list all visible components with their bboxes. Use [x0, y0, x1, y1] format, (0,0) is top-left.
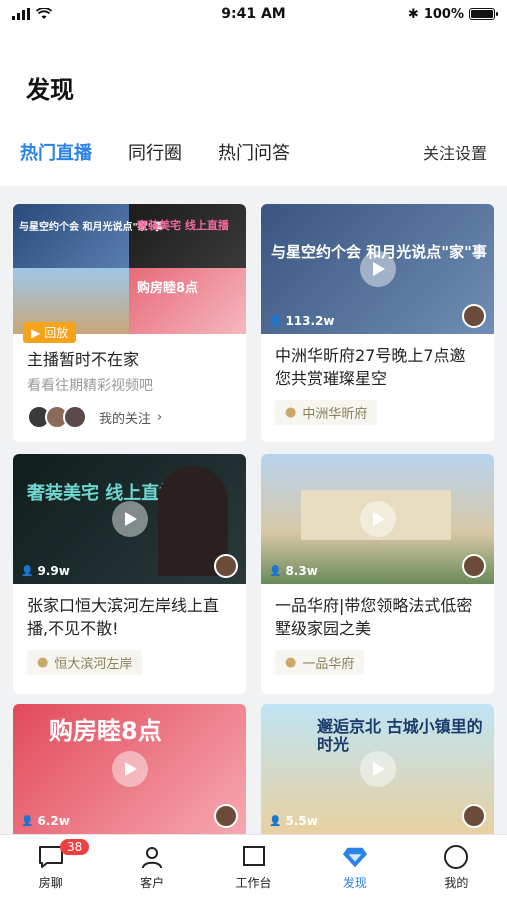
status-bar: 9:41 AM ✱ 100% — [0, 0, 507, 28]
live-card[interactable]: 与星空约个会 和月光说点"家"事 奢装美宅 线上直播 购房睦8点 ▶ 回放 主播暂… — [13, 204, 246, 442]
play-icon — [359, 501, 396, 537]
tab-hot-qa[interactable]: 热门问答 — [218, 139, 290, 165]
thumb-caption: 奢装美宅 线上直播 — [27, 483, 178, 504]
live-card[interactable]: 👤 8.3w 一品华府|带您领略法式低密墅级家园之美 ● 一品华府 — [261, 454, 494, 694]
tab-bar-top: 热门直播 同行圈 热门问答 关注设置 — [0, 132, 507, 172]
tabbar-label: 发现 — [342, 876, 367, 890]
tabbar-label: 工作台 — [235, 876, 272, 890]
avatar — [63, 405, 87, 430]
page-title: 发现 — [26, 76, 74, 104]
live-card[interactable]: 邂逅京北 古城小镇里的时光 👤 5.5w — [261, 704, 494, 834]
tabbar-label: 客户 — [140, 876, 165, 890]
play-icon — [359, 751, 396, 787]
host-avatar — [214, 554, 238, 578]
signal-icon — [12, 8, 30, 20]
bluetooth-icon: ✱ — [407, 6, 419, 22]
signal-indicators — [12, 8, 112, 20]
my-follow-link[interactable]: 我的关注 › — [13, 395, 246, 430]
view-count: 👤 8.3w — [269, 564, 318, 578]
host-avatar — [214, 804, 238, 828]
location-pin-icon: ● — [37, 655, 49, 671]
host-avatar — [462, 304, 486, 328]
card-subtitle: 看看往期精彩视频吧 — [27, 378, 153, 395]
card-title: 张家口恒大滨河左岸线上直播,不见不散! — [27, 596, 220, 639]
view-count: 👤 113.2w — [269, 314, 335, 328]
battery-percent: 100% — [423, 6, 464, 22]
person-icon: 👤 — [21, 815, 34, 827]
thumb-caption: 购房睦8点 — [49, 717, 162, 745]
tabbar-item-discover[interactable]: 发现 — [304, 835, 405, 900]
live-card[interactable]: 与星空约个会 和月光说点"家"事 👤 113.2w 中洲华昕府27号晚上7点邀您共… — [261, 204, 494, 442]
person-icon: 👤 — [269, 315, 282, 327]
tab-hot-live[interactable]: 热门直播 — [20, 139, 92, 165]
location-pin-icon: ● — [285, 405, 297, 421]
tab-peer-circle[interactable]: 同行圈 — [128, 139, 182, 165]
play-icon — [359, 251, 396, 287]
play-icon — [111, 751, 148, 787]
chevron-right-icon: › — [157, 409, 163, 425]
card-thumbnail: 与星空约个会 和月光说点"家"事 👤 113.2w — [261, 204, 494, 334]
replay-badge: ▶ 回放 — [23, 322, 77, 343]
thumb-caption: 购房睦8点 — [137, 281, 199, 296]
host-avatar — [462, 804, 486, 828]
thumb-caption: 奢装美宅 线上直播 — [137, 219, 229, 232]
tabbar-item-customers[interactable]: 客户 — [101, 835, 202, 900]
wifi-icon — [36, 8, 52, 19]
battery-icon — [469, 8, 498, 20]
user-icon — [139, 844, 165, 870]
bottom-tab-bar: 38 房聊 客户 工作台 发现 我的 — [0, 834, 507, 900]
diamond-icon — [342, 844, 368, 870]
unread-badge: 38 — [60, 839, 90, 855]
card-thumbnail: 邂逅京北 古城小镇里的时光 👤 5.5w — [261, 704, 494, 834]
view-count: 👤 5.5w — [269, 814, 318, 828]
tabbar-item-chat[interactable]: 38 房聊 — [0, 835, 101, 900]
card-thumbnail: 与星空约个会 和月光说点"家"事 奢装美宅 线上直播 购房睦8点 — [13, 204, 246, 334]
status-time: 9:41 AM — [221, 6, 286, 22]
play-icon: ▶ — [31, 325, 41, 340]
tabbar-item-me[interactable]: 我的 — [406, 835, 507, 900]
person-icon: 👤 — [269, 815, 282, 827]
tabbar-label: 房聊 — [38, 876, 63, 890]
follow-settings-link[interactable]: 关注设置 — [423, 140, 487, 164]
card-title: 一品华府|带您领略法式低密墅级家园之美 — [275, 596, 473, 639]
tabbar-label: 我的 — [444, 876, 469, 890]
tabbar-item-workbench[interactable]: 工作台 — [203, 835, 304, 900]
host-avatar — [462, 554, 486, 578]
live-card[interactable]: 奢装美宅 线上直播 👤 9.9w 张家口恒大滨河左岸线上直播,不见不散! ● 恒大滨… — [13, 454, 246, 694]
card-thumbnail: 👤 8.3w — [261, 454, 494, 584]
person-icon: 👤 — [21, 565, 34, 577]
card-title: 中洲华昕府27号晚上7点邀您共赏璀璨星空 — [275, 346, 466, 389]
play-icon — [111, 501, 148, 537]
thumb-caption: 邂逅京北 古城小镇里的时光 — [317, 717, 483, 755]
live-feed: 与星空约个会 和月光说点"家"事 奢装美宅 线上直播 购房睦8点 ▶ 回放 主播暂… — [0, 186, 507, 834]
location-tag[interactable]: ● 一品华府 — [275, 650, 365, 676]
card-thumbnail: 奢装美宅 线上直播 👤 9.9w — [13, 454, 246, 584]
location-tag[interactable]: ● 恒大滨河左岸 — [27, 650, 143, 676]
view-count: 👤 9.9w — [21, 564, 70, 578]
location-tag[interactable]: ● 中洲华昕府 — [275, 400, 378, 426]
card-thumbnail: 购房睦8点 👤 6.2w — [13, 704, 246, 834]
workbench-icon — [241, 844, 267, 870]
live-card[interactable]: 购房睦8点 👤 6.2w — [13, 704, 246, 834]
view-count: 👤 6.2w — [21, 814, 70, 828]
location-pin-icon: ● — [285, 655, 297, 671]
person-icon: 👤 — [269, 565, 282, 577]
circle-icon — [443, 844, 469, 870]
